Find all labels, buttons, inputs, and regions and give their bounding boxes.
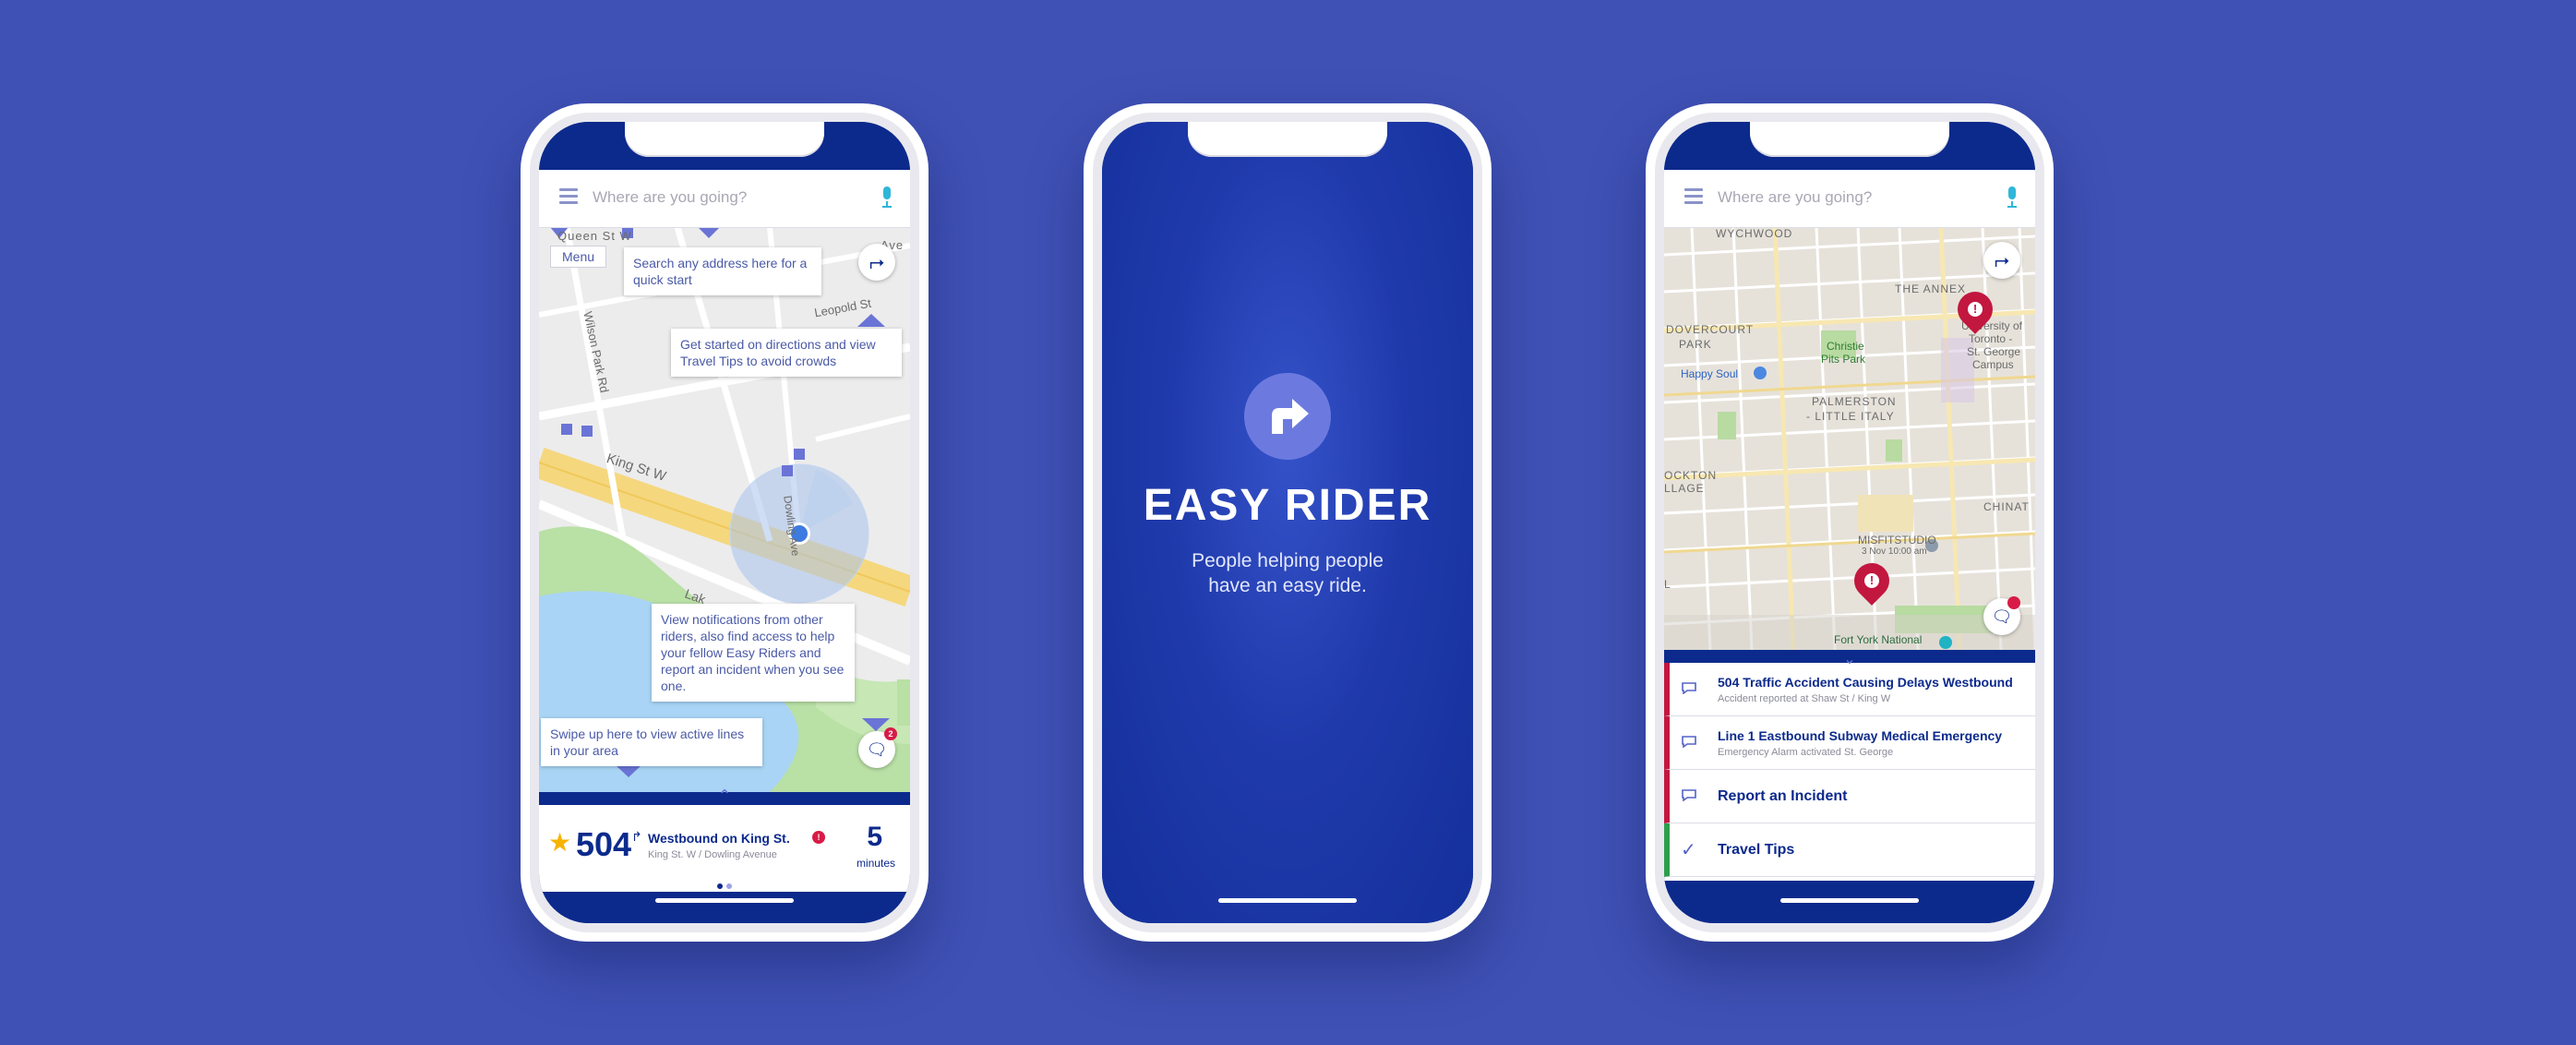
map-label-ockton: OCKTON — [1664, 469, 1718, 482]
eta-minutes: 5 — [867, 822, 882, 852]
home-indicator[interactable] — [655, 898, 794, 903]
travel-tips-item[interactable]: ✓ Travel Tips — [1664, 823, 2035, 877]
turn-right-icon — [1272, 399, 1309, 434]
map-label-wychwood: WYCHWOOD — [1716, 227, 1793, 240]
map-label-happy-soul: Happy Soul — [1681, 367, 1739, 380]
menu-tip: Menu — [550, 246, 607, 268]
map-canvas — [1664, 227, 2035, 650]
map-label-annex: THE ANNEX — [1895, 282, 1967, 295]
notification-subtitle: Emergency Alarm activated St. George — [1718, 747, 1894, 758]
chat-icon — [1682, 736, 1696, 748]
notch — [625, 122, 824, 157]
tagline-line-2: have an easy ride. — [1208, 575, 1367, 596]
notification-subtitle: Accident reported at Shaw St / King W — [1718, 693, 1891, 704]
chat-icon — [1682, 682, 1696, 694]
city-map[interactable]: WYCHWOOD THE ANNEX DOVERCOURT PARK Chris… — [1664, 227, 2035, 650]
map-label-chinatown: CHINAT — [1983, 500, 2030, 513]
tip-directions: Get started on directions and view Trave… — [671, 329, 902, 377]
notifications-list: 504 Traffic Accident Causing Delays West… — [1664, 663, 2035, 881]
chat-button[interactable]: 🗨 2 — [858, 727, 897, 768]
tagline-line-1: People helping people — [1192, 550, 1384, 571]
phone-splash: EASY RIDER People helping people have an… — [1084, 103, 1492, 942]
map-label-park: PARK — [1679, 338, 1712, 351]
tagline: People helping people have an easy ride. — [1102, 548, 1473, 598]
chat-icon: 🗨 — [1991, 607, 2013, 626]
map-label-l: L — [1664, 578, 1671, 591]
map-label-llage: LLAGE — [1664, 482, 1705, 495]
bottom-strip — [539, 892, 910, 923]
mic-icon[interactable] — [2006, 186, 2019, 209]
menu-icon[interactable] — [1684, 188, 1703, 205]
notification-title: 504 Traffic Accident Causing Delays West… — [1718, 675, 2013, 690]
screen-notifications: Where are you going? WYCHWOOD THE ANNEX … — [1664, 122, 2035, 923]
map-label-uoft-2: Toronto - — [1969, 332, 2013, 345]
chat-badge-dot — [2007, 596, 2020, 609]
map-label-misfit: MISFITSTUDIO — [1858, 534, 1936, 547]
home-indicator[interactable] — [1780, 898, 1919, 903]
map-label-palmerston: PALMERSTON — [1812, 395, 1897, 408]
street-label-queen: Queen St W — [557, 229, 632, 243]
screen-splash: EASY RIDER People helping people have an… — [1102, 122, 1473, 923]
turn-right-icon: ↱ — [631, 829, 642, 844]
check-icon: ✓ — [1681, 840, 1696, 860]
map-label-uoft-3: St. George — [1967, 345, 2021, 358]
directions-button[interactable]: ⮣ — [858, 244, 895, 281]
page-dots — [715, 877, 734, 894]
notification-item[interactable]: 504 Traffic Accident Causing Delays West… — [1664, 663, 2035, 716]
directions-icon: ⮣ — [869, 252, 884, 272]
chat-icon — [1682, 789, 1696, 801]
route-number: 504 — [576, 825, 632, 863]
phone-map-onboarding: Where are you going? Queen St W Ave Wils… — [521, 103, 929, 942]
route-stop: King St. W / Dowling Avenue — [648, 849, 777, 860]
tip-notifications: View notifications from other riders, al… — [652, 604, 855, 702]
report-incident-item[interactable]: Report an Incident — [1664, 770, 2035, 823]
directions-icon: ⮣ — [1995, 250, 2009, 270]
home-indicator[interactable] — [1218, 898, 1357, 903]
tip-swipe-up: Swipe up here to view active lines in yo… — [541, 718, 762, 766]
search-bar[interactable]: Where are you going? — [539, 170, 910, 228]
search-bar[interactable]: Where are you going? — [1664, 170, 2035, 228]
mic-icon[interactable] — [881, 186, 893, 209]
map-label-misfit-date: 3 Nov 10:00 am — [1862, 547, 1927, 557]
chevron-down-icon[interactable]: ⌄ — [1840, 650, 1859, 668]
active-route-card[interactable]: ★ 504 ↱ Westbound on King St. ! King St.… — [539, 805, 910, 892]
map-label-dovercourt: DOVERCOURT — [1666, 323, 1755, 336]
eta-label: minutes — [856, 857, 895, 870]
chat-icon: 🗨 — [866, 740, 888, 759]
map-view[interactable]: Queen St W Ave Wilson Park Rd Leopold St… — [539, 227, 910, 792]
notch — [1188, 122, 1387, 157]
notch — [1750, 122, 1949, 157]
screen-map-onboarding: Where are you going? Queen St W Ave Wils… — [539, 122, 910, 923]
app-logo — [1244, 373, 1331, 460]
travel-tips-label: Travel Tips — [1718, 842, 1795, 858]
chat-button[interactable]: 🗨 — [1983, 596, 2020, 635]
chat-badge: 2 — [884, 727, 897, 740]
map-label-uoft-4: Campus — [1972, 358, 2014, 371]
map-label-little-italy: - LITTLE ITALY — [1806, 410, 1895, 423]
map-label-christie: Christie — [1827, 340, 1864, 353]
route-direction: Westbound on King St. — [648, 831, 790, 846]
phone-notifications: Where are you going? WYCHWOOD THE ANNEX … — [1646, 103, 2054, 942]
map-label-pits-park: Pits Park — [1821, 353, 1866, 366]
notification-title: Line 1 Eastbound Subway Medical Emergenc… — [1718, 728, 2003, 743]
star-icon[interactable]: ★ — [548, 827, 571, 858]
brand-title: EASY RIDER — [1143, 481, 1432, 530]
alert-badge: ! — [812, 831, 825, 844]
tip-search: Search any address here for a quick star… — [624, 247, 821, 295]
notification-item[interactable]: Line 1 Eastbound Subway Medical Emergenc… — [1664, 716, 2035, 770]
directions-button[interactable]: ⮣ — [1983, 242, 2020, 279]
menu-icon[interactable] — [559, 188, 578, 205]
search-input[interactable]: Where are you going? — [1718, 188, 1872, 207]
search-input[interactable]: Where are you going? — [593, 188, 747, 207]
chevron-up-icon[interactable]: ⌃ — [715, 787, 734, 806]
report-incident-label: Report an Incident — [1718, 788, 1848, 804]
map-label-fort-york: Fort York National — [1834, 633, 1923, 646]
